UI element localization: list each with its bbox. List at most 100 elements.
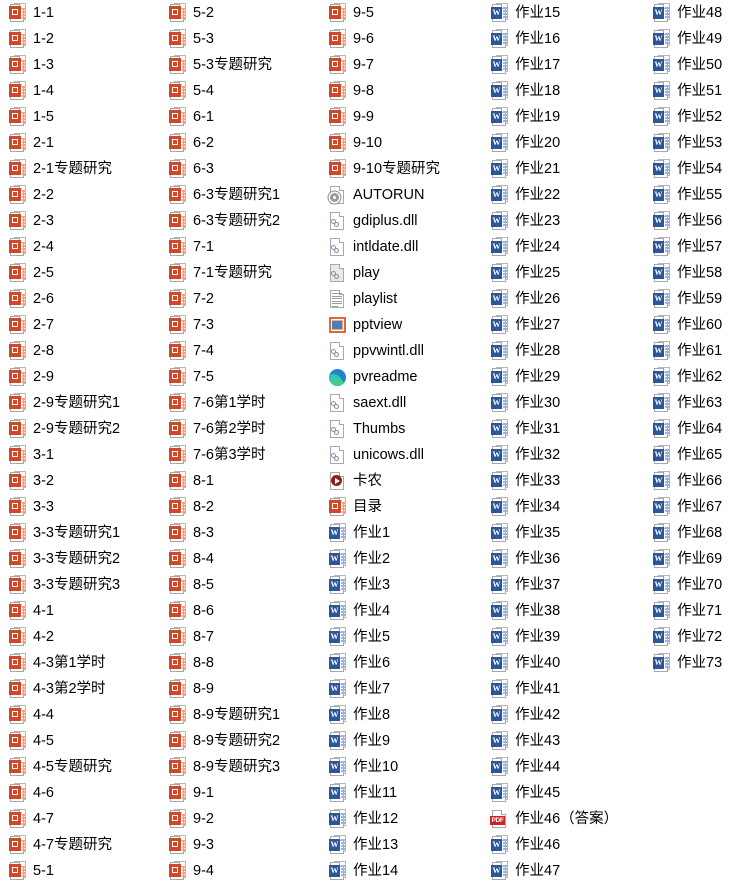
file-item[interactable]: W 作业47 [482,858,644,884]
file-item[interactable]: W 作业29 [482,364,644,390]
file-item[interactable]: W 作业60 [644,312,731,338]
file-item[interactable]: 8-2 [160,494,320,520]
file-item[interactable]: 8-9专题研究3 [160,754,320,780]
file-item[interactable]: W 作业71 [644,598,731,624]
file-item[interactable]: W 作业59 [644,286,731,312]
file-item[interactable]: W 作业28 [482,338,644,364]
file-item[interactable]: W 作业18 [482,78,644,104]
file-item[interactable]: W 作业26 [482,286,644,312]
file-item[interactable]: W 作业15 [482,0,644,26]
file-item[interactable]: W 作业36 [482,546,644,572]
file-item[interactable]: W 作业1 [320,520,482,546]
file-item[interactable]: 4-4 [0,702,160,728]
file-item[interactable]: W 作业6 [320,650,482,676]
file-item[interactable]: 7-1专题研究 [160,260,320,286]
file-item[interactable]: 9-7 [320,52,482,78]
file-item[interactable]: 4-1 [0,598,160,624]
file-item[interactable]: 3-3专题研究1 [0,520,160,546]
file-item[interactable]: 2-6 [0,286,160,312]
file-item[interactable]: W 作业72 [644,624,731,650]
file-item[interactable]: W 作业5 [320,624,482,650]
file-item[interactable]: 8-5 [160,572,320,598]
file-item[interactable]: W 作业11 [320,780,482,806]
file-item[interactable]: 5-1 [0,858,160,884]
file-item[interactable]: 8-1 [160,468,320,494]
file-item[interactable]: W 作业12 [320,806,482,832]
file-item[interactable]: 9-9 [320,104,482,130]
file-item[interactable]: 5-3 [160,26,320,52]
file-item[interactable]: W 作业42 [482,702,644,728]
file-item[interactable]: 7-5 [160,364,320,390]
file-item[interactable]: W 作业57 [644,234,731,260]
file-item[interactable]: pptview [320,312,482,338]
file-item[interactable]: 3-2 [0,468,160,494]
file-item[interactable]: W 作业61 [644,338,731,364]
file-item[interactable]: play [320,260,482,286]
file-item[interactable]: W 作业73 [644,650,731,676]
file-item[interactable]: unicows.dll [320,442,482,468]
file-item[interactable]: W 作业4 [320,598,482,624]
file-item[interactable]: W 作业34 [482,494,644,520]
file-item[interactable]: 2-5 [0,260,160,286]
file-item[interactable]: 9-1 [160,780,320,806]
file-item[interactable]: W 作业56 [644,208,731,234]
file-item[interactable]: W 作业35 [482,520,644,546]
file-item[interactable]: W 作业52 [644,104,731,130]
file-item[interactable]: W 作业30 [482,390,644,416]
file-item[interactable]: 7-6第1学时 [160,390,320,416]
file-item[interactable]: 6-3专题研究1 [160,182,320,208]
file-item[interactable]: W 作业27 [482,312,644,338]
file-item[interactable]: 9-10 [320,130,482,156]
file-item[interactable]: ppvwintl.dll [320,338,482,364]
file-item[interactable]: W 作业2 [320,546,482,572]
file-item[interactable]: W 作业40 [482,650,644,676]
file-item[interactable]: W 作业7 [320,676,482,702]
file-item[interactable]: W 作业55 [644,182,731,208]
file-item[interactable]: W 作业49 [644,26,731,52]
file-item[interactable]: W 作业38 [482,598,644,624]
file-item[interactable]: 8-8 [160,650,320,676]
file-item[interactable]: 目录 [320,494,482,520]
file-item[interactable]: W 作业9 [320,728,482,754]
file-item[interactable]: 7-6第2学时 [160,416,320,442]
file-item[interactable]: 5-3专题研究 [160,52,320,78]
file-item[interactable]: playlist [320,286,482,312]
file-item[interactable]: 1-5 [0,104,160,130]
file-item[interactable]: W 作业46 [482,832,644,858]
file-item[interactable]: W 作业64 [644,416,731,442]
file-item[interactable]: 2-2 [0,182,160,208]
file-item[interactable]: 3-3专题研究2 [0,546,160,572]
file-item[interactable]: 卡农 [320,468,482,494]
file-item[interactable]: 9-5 [320,0,482,26]
file-item[interactable]: W 作业67 [644,494,731,520]
file-item[interactable]: W 作业32 [482,442,644,468]
file-item[interactable]: 3-1 [0,442,160,468]
file-item[interactable]: W 作业16 [482,26,644,52]
file-item[interactable]: 6-2 [160,130,320,156]
file-item[interactable]: W 作业14 [320,858,482,884]
file-item[interactable]: 3-3 [0,494,160,520]
file-item[interactable]: 8-4 [160,546,320,572]
file-item[interactable]: 8-6 [160,598,320,624]
file-item[interactable]: W 作业31 [482,416,644,442]
file-item[interactable]: 7-6第3学时 [160,442,320,468]
file-item[interactable]: 2-9专题研究1 [0,390,160,416]
file-item[interactable]: 2-3 [0,208,160,234]
file-item[interactable]: W 作业3 [320,572,482,598]
file-item[interactable]: W 作业24 [482,234,644,260]
file-item[interactable]: 2-9 [0,364,160,390]
file-item[interactable]: 5-2 [160,0,320,26]
file-item[interactable]: W 作业68 [644,520,731,546]
file-item[interactable]: W 作业37 [482,572,644,598]
file-item[interactable]: W 作业22 [482,182,644,208]
file-item[interactable]: 6-3专题研究2 [160,208,320,234]
file-item[interactable]: W 作业44 [482,754,644,780]
file-item[interactable]: 9-10专题研究 [320,156,482,182]
file-item[interactable]: Thumbs [320,416,482,442]
file-item[interactable]: 4-3第2学时 [0,676,160,702]
file-item[interactable]: PDF 作业46（答案） [482,806,644,832]
file-item[interactable]: W 作业13 [320,832,482,858]
file-item[interactable]: 4-6 [0,780,160,806]
file-item[interactable]: 2-8 [0,338,160,364]
file-item[interactable]: 4-5专题研究 [0,754,160,780]
